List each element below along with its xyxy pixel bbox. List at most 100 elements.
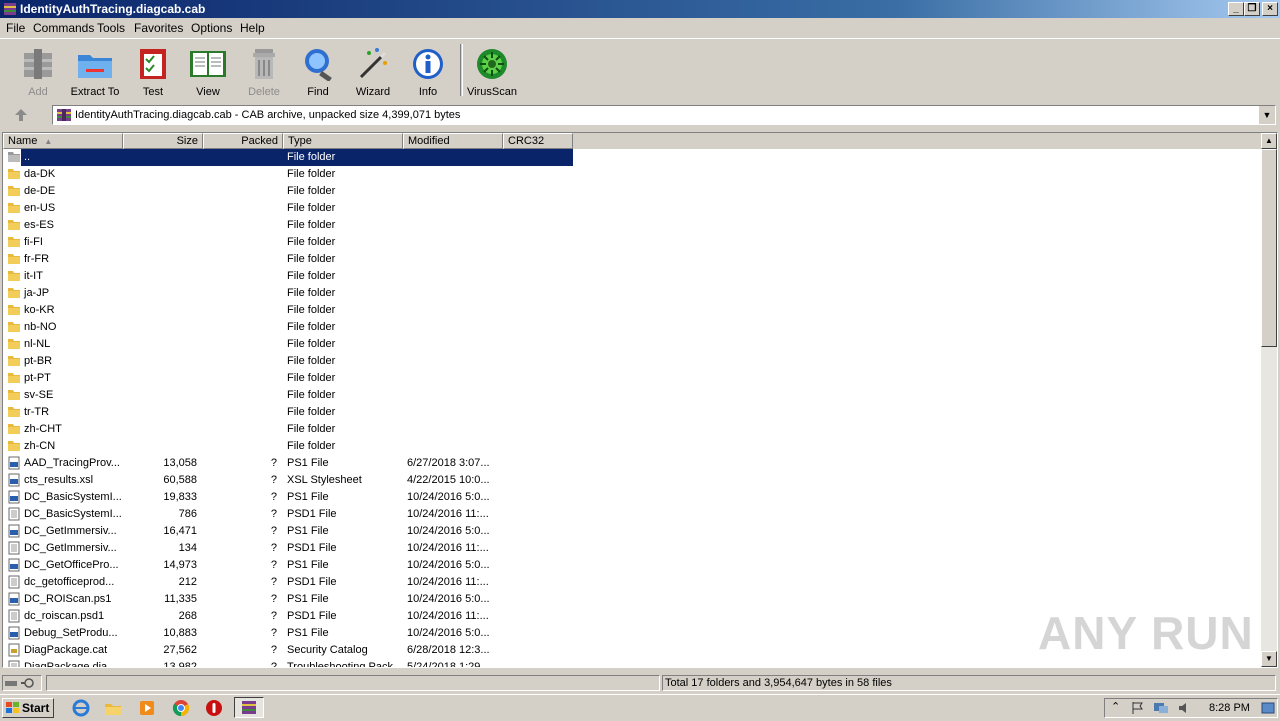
column-header-type[interactable]: Type bbox=[283, 133, 403, 149]
table-row[interactable]: AAD_TracingProv... 13,058? PS1 File 6/27/20… bbox=[3, 455, 1263, 472]
menu-commands[interactable]: Commands bbox=[33, 21, 94, 35]
cell-size bbox=[123, 234, 197, 251]
table-row-selected[interactable]: .. File folder bbox=[3, 149, 1263, 166]
menu-options[interactable]: Options bbox=[191, 21, 232, 35]
media-player-icon[interactable] bbox=[138, 699, 156, 717]
column-header-crc32[interactable]: CRC32 bbox=[503, 133, 573, 149]
chrome-icon[interactable] bbox=[172, 699, 190, 717]
table-row[interactable]: pt-BR File folder bbox=[3, 353, 1263, 370]
winrar-app-icon[interactable] bbox=[3, 2, 17, 16]
table-row[interactable]: zh-CN File folder bbox=[3, 438, 1263, 455]
table-row[interactable]: DC_GetImmersiv... 134? PSD1 File 10/24/2016… bbox=[3, 540, 1263, 557]
up-one-level-button[interactable] bbox=[8, 105, 34, 125]
info-icon bbox=[413, 49, 443, 79]
table-row[interactable]: cts_results.xsl 60,588? XSL Stylesheet 4/22… bbox=[3, 472, 1263, 489]
scroll-up-button[interactable]: ▲ bbox=[1261, 133, 1277, 149]
table-row[interactable]: es-ES File folder bbox=[3, 217, 1263, 234]
column-header-name[interactable]: Name ▲ bbox=[3, 133, 123, 149]
antivirus-icon[interactable] bbox=[205, 699, 223, 717]
cell-packed: ? bbox=[270, 576, 277, 588]
table-row[interactable]: fr-FR File folder bbox=[3, 251, 1263, 268]
cell-name: zh-CN bbox=[24, 440, 56, 452]
address-dropdown-button[interactable]: ▼ bbox=[1258, 106, 1275, 124]
table-row[interactable]: de-DE File folder bbox=[3, 183, 1263, 200]
table-row[interactable]: ko-KR File folder bbox=[3, 302, 1263, 319]
table-row[interactable]: DiagPackage.dia... 13,982? Troubleshooting… bbox=[3, 659, 1263, 667]
scroll-thumb[interactable] bbox=[1261, 149, 1277, 347]
table-row[interactable]: fi-FI File folder bbox=[3, 234, 1263, 251]
info-button[interactable]: Info bbox=[400, 43, 456, 99]
table-row[interactable]: zh-CHT File folder bbox=[3, 421, 1263, 438]
menu-help[interactable]: Help bbox=[240, 21, 265, 35]
explorer-folder-icon[interactable] bbox=[104, 699, 122, 717]
table-row[interactable]: DC_BasicSystemI... 19,833? PS1 File 10/24/2… bbox=[3, 489, 1263, 506]
address-field[interactable]: IdentityAuthTracing.diagcab.cab - CAB ar… bbox=[52, 105, 1276, 125]
column-header-size[interactable]: Size bbox=[123, 133, 203, 149]
vertical-scrollbar[interactable]: ▲ ▼ bbox=[1261, 133, 1277, 667]
table-row[interactable]: tr-TR File folder bbox=[3, 404, 1263, 421]
internet-explorer-icon[interactable] bbox=[72, 699, 90, 717]
table-row[interactable]: nl-NL File folder bbox=[3, 336, 1263, 353]
cell-modified: 10/24/2016 11:... bbox=[407, 508, 489, 520]
menu-tools[interactable]: Tools bbox=[97, 21, 125, 35]
magnifier-icon bbox=[305, 49, 332, 81]
cell-name: ja-JP bbox=[24, 287, 50, 299]
table-row[interactable]: DC_GetOfficePro... 14,973? PS1 File 10/24/2… bbox=[3, 557, 1263, 574]
menu-file[interactable]: File bbox=[6, 21, 25, 35]
table-row[interactable]: da-DK File folder bbox=[3, 166, 1263, 183]
taskbar-winrar-button[interactable] bbox=[234, 697, 264, 718]
cell-type: File folder bbox=[287, 168, 336, 180]
column-header-modified[interactable]: Modified bbox=[403, 133, 503, 149]
cell-crc32 bbox=[507, 268, 573, 285]
cell-modified bbox=[407, 200, 503, 217]
cell-modified bbox=[407, 217, 503, 234]
clock[interactable]: 8:28 PM bbox=[1209, 701, 1250, 715]
table-row[interactable]: DC_BasicSystemI... 786? PSD1 File 10/24/201… bbox=[3, 506, 1263, 523]
folder-icon bbox=[7, 371, 23, 386]
cell-crc32 bbox=[507, 166, 573, 183]
cell-packed: ? bbox=[270, 491, 277, 503]
cell-size bbox=[123, 336, 197, 353]
minimize-button[interactable]: _ bbox=[1228, 2, 1244, 16]
network-icon[interactable] bbox=[1153, 701, 1169, 715]
action-center-flag-icon[interactable] bbox=[1131, 701, 1145, 715]
restore-button[interactable]: ❐ bbox=[1244, 2, 1260, 16]
start-button[interactable]: Start bbox=[2, 698, 54, 718]
cell-packed bbox=[203, 166, 277, 183]
cell-name: DC_BasicSystemI... bbox=[24, 508, 122, 520]
column-header-packed[interactable]: Packed bbox=[203, 133, 283, 149]
cell-packed bbox=[203, 149, 277, 166]
virusscan-button[interactable]: VirusScan bbox=[464, 43, 520, 99]
cell-crc32 bbox=[507, 302, 573, 319]
table-row[interactable]: DC_GetImmersiv... 16,471? PS1 File 10/24/20… bbox=[3, 523, 1263, 540]
psd1-file-icon bbox=[7, 575, 23, 590]
cell-modified bbox=[407, 149, 503, 166]
cell-name: DiagPackage.cat bbox=[24, 644, 108, 656]
show-hidden-icons-icon[interactable]: ⌃ bbox=[1111, 700, 1120, 713]
cell-modified bbox=[407, 302, 503, 319]
file-list[interactable]: Name ▲ Size Packed Type Modified CRC32 .… bbox=[2, 132, 1278, 668]
table-row[interactable]: en-US File folder bbox=[3, 200, 1263, 217]
diag-file-icon bbox=[7, 660, 23, 667]
cell-size bbox=[123, 149, 197, 166]
scroll-down-button[interactable]: ▼ bbox=[1261, 651, 1277, 667]
cell-modified bbox=[407, 438, 503, 455]
table-row[interactable]: it-IT File folder bbox=[3, 268, 1263, 285]
psd1-file-icon bbox=[7, 541, 23, 556]
table-row[interactable]: pt-PT File folder bbox=[3, 370, 1263, 387]
table-row[interactable]: ja-JP File folder bbox=[3, 285, 1263, 302]
cell-type: PS1 File bbox=[287, 593, 329, 605]
cell-modified bbox=[407, 166, 503, 183]
cell-type: File folder bbox=[287, 253, 336, 265]
menu-favorites[interactable]: Favorites bbox=[134, 21, 183, 35]
volume-icon[interactable] bbox=[1177, 701, 1191, 715]
table-row[interactable]: sv-SE File folder bbox=[3, 387, 1263, 404]
table-row[interactable]: dc_getofficeprod... 212? PSD1 File 10/24/20… bbox=[3, 574, 1263, 591]
column-name-label: Name bbox=[8, 135, 38, 147]
cell-packed: ? bbox=[270, 525, 277, 537]
table-row[interactable]: nb-NO File folder bbox=[3, 319, 1263, 336]
cell-crc32 bbox=[507, 421, 573, 438]
close-button[interactable]: × bbox=[1262, 2, 1278, 16]
show-desktop-icon[interactable] bbox=[1261, 701, 1275, 715]
title-bar: IdentityAuthTracing.diagcab.cab _ ❐ × bbox=[0, 0, 1280, 18]
